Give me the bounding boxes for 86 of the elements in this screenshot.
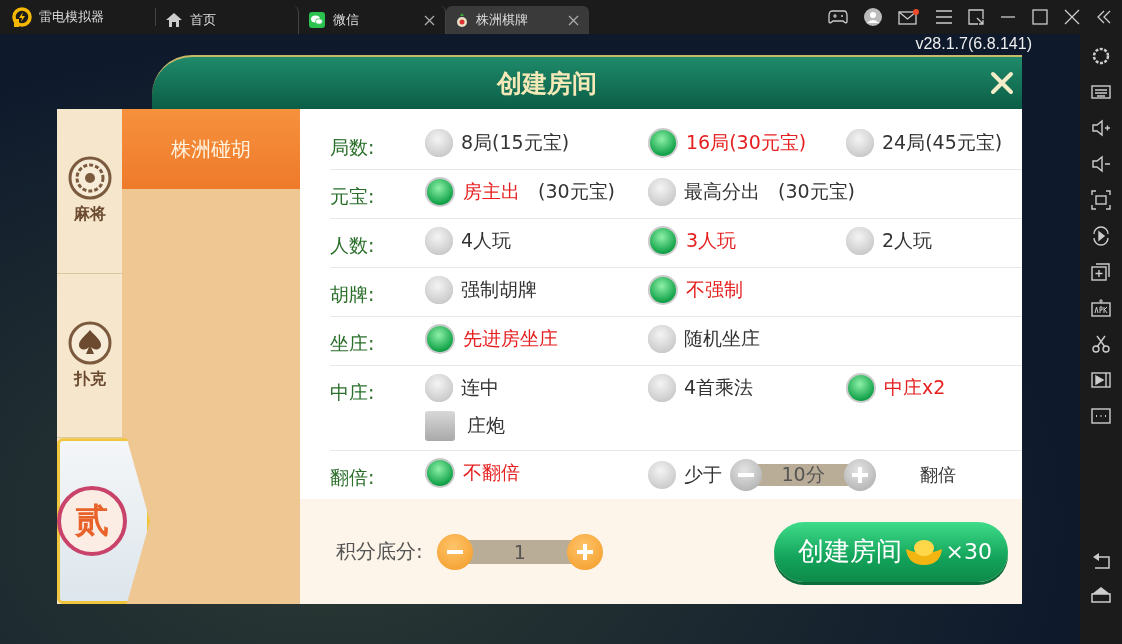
radio-button[interactable] [425, 177, 455, 207]
option-label: 强制胡牌 [461, 277, 537, 302]
add-window-icon[interactable] [1091, 262, 1111, 282]
option-label: 8局(15元宝) [461, 130, 570, 155]
apk-icon[interactable] [1091, 298, 1111, 318]
radio-button[interactable] [648, 128, 678, 158]
base-score-label: 积分底分: [336, 538, 423, 565]
option-label: 16局(30元宝) [686, 130, 807, 155]
radio-button[interactable] [648, 275, 678, 305]
option-label: 2人玩 [882, 228, 933, 253]
dialog-title: 创建房间 [497, 67, 597, 100]
menu-icon[interactable] [936, 10, 952, 24]
option-label: 最高分出 [684, 179, 760, 204]
radio-button[interactable] [425, 324, 455, 354]
option-label: 翻倍 [920, 463, 956, 487]
chat-icon [309, 12, 325, 28]
option-label: 先进房坐庄 [463, 326, 558, 351]
home-icon[interactable] [1091, 586, 1111, 604]
collapse-icon[interactable] [1096, 9, 1112, 25]
radio-button[interactable] [425, 227, 453, 255]
radio-button[interactable] [425, 458, 455, 488]
option-label: 4人玩 [461, 228, 512, 253]
resize-icon[interactable] [968, 9, 984, 25]
minus-icon [738, 473, 754, 477]
home-icon [166, 13, 182, 27]
radio-button[interactable] [846, 373, 876, 403]
mail-icon[interactable] [898, 9, 920, 25]
radio-button[interactable] [648, 325, 676, 353]
radio-button[interactable] [425, 129, 453, 157]
radio-button[interactable] [846, 129, 874, 157]
radio-button[interactable] [846, 227, 874, 255]
app-icon [456, 13, 468, 27]
more-icon[interactable] [1091, 406, 1111, 426]
option-note: (30元宝) [778, 179, 855, 204]
option-label: 3人玩 [686, 228, 737, 253]
app-name: 雷电模拟器 [39, 8, 104, 26]
option-note: (30元宝) [538, 179, 615, 204]
maximize-icon[interactable] [1032, 9, 1048, 25]
radio-button[interactable] [648, 226, 678, 256]
option-label: 中庄x2 [884, 375, 946, 400]
option-label: 24局(45元宝) [882, 130, 1003, 155]
screenshot-icon[interactable] [1091, 190, 1111, 210]
rule-label: 人数: [330, 233, 376, 258]
flower-tile-icon [67, 156, 112, 201]
minus-icon [446, 549, 463, 554]
rule-label: 中庄: [330, 380, 376, 405]
option-label: 庄炮 [467, 413, 505, 438]
category-tab[interactable]: 麻将 [57, 109, 122, 274]
plus-icon [852, 467, 868, 483]
checkbox[interactable] [425, 411, 455, 441]
radio-button[interactable] [648, 178, 676, 206]
app-tab[interactable]: 株洲棋牌 [446, 6, 589, 34]
rule-label: 胡牌: [330, 282, 376, 307]
radio-button[interactable] [648, 374, 676, 402]
option-label: 不强制 [686, 277, 743, 302]
category-tab[interactable]: 扑克 [57, 273, 122, 439]
volume-up-icon[interactable] [1091, 118, 1111, 138]
scissors-icon[interactable] [1091, 334, 1111, 354]
logo-icon [12, 7, 32, 27]
rule-label: 翻倍: [330, 465, 376, 490]
gear-icon[interactable] [1091, 46, 1111, 66]
option-label: 连中 [461, 375, 499, 400]
option-label: 少于 [684, 462, 722, 487]
radio-button[interactable] [425, 374, 453, 402]
plus-icon [576, 543, 593, 560]
version-text: v28.1.7(6.8.141) [915, 35, 1032, 54]
rule-label: 元宝: [330, 184, 376, 209]
keyboard-icon[interactable] [1091, 82, 1111, 102]
option-label: 不翻倍 [463, 460, 520, 485]
close-icon[interactable] [568, 15, 579, 26]
avatar-icon[interactable] [864, 8, 882, 26]
option-label: 4首乘法 [684, 375, 754, 400]
video-icon[interactable] [1091, 370, 1111, 390]
volume-down-icon[interactable] [1091, 154, 1111, 174]
option-label: 随机坐庄 [684, 326, 760, 351]
option-label: 房主出 [463, 179, 520, 204]
back-icon[interactable] [1091, 552, 1111, 570]
rule-label: 局数: [330, 135, 376, 160]
radio-button[interactable] [648, 461, 676, 489]
rotate-icon[interactable] [1091, 226, 1111, 246]
rule-label: 坐庄: [330, 331, 376, 356]
radio-button[interactable] [425, 276, 453, 304]
close-icon[interactable] [424, 15, 435, 26]
gamepad-icon[interactable] [828, 10, 848, 24]
spade-icon [67, 321, 112, 365]
close-icon[interactable] [1064, 9, 1080, 25]
